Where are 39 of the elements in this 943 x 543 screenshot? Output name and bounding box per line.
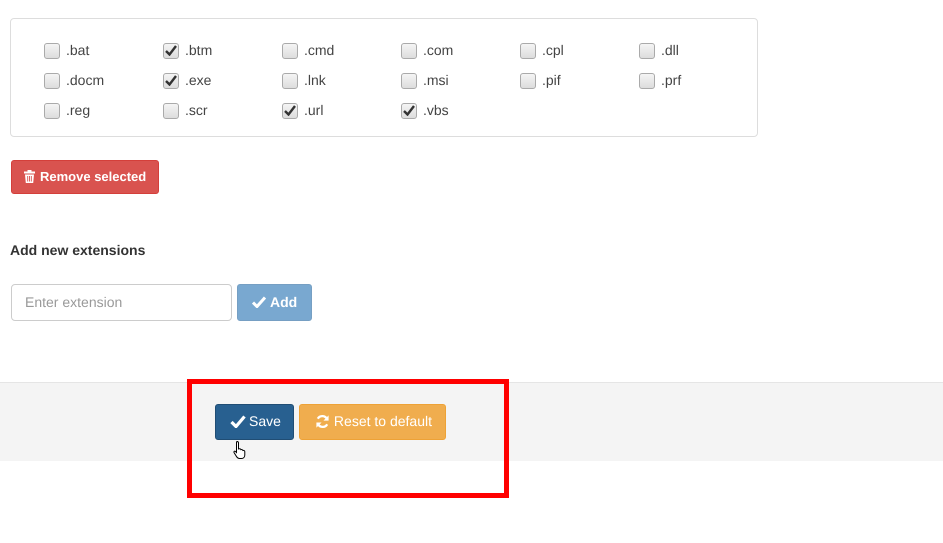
checkbox[interactable] <box>44 102 60 118</box>
extension-label: .reg <box>66 101 90 120</box>
checkbox[interactable] <box>639 42 655 58</box>
section-heading: Add new extensions <box>10 240 146 260</box>
checkbox[interactable] <box>520 72 536 88</box>
remove-selected-button[interactable]: Remove selected <box>11 160 160 194</box>
extension-label: .dll <box>661 41 679 60</box>
checkbox[interactable] <box>282 102 298 118</box>
extension-label: .cpl <box>542 41 564 60</box>
extension-label: .docm <box>66 71 104 90</box>
extension-label: .prf <box>661 71 682 90</box>
extension-label: .bat <box>66 41 90 60</box>
checkbox[interactable] <box>282 72 298 88</box>
extension-label: .scr <box>185 101 208 120</box>
checkbox[interactable] <box>401 42 417 58</box>
save-button[interactable]: Save <box>215 404 294 440</box>
checkbox[interactable] <box>282 42 298 58</box>
checkbox[interactable] <box>44 72 60 88</box>
checkbox[interactable] <box>163 72 179 88</box>
checkbox[interactable] <box>401 102 417 118</box>
checkbox[interactable] <box>401 72 417 88</box>
extension-label: .btm <box>185 41 212 60</box>
trash-icon <box>24 170 35 184</box>
checkbox[interactable] <box>44 42 60 58</box>
checkbox[interactable] <box>520 42 536 58</box>
extension-label: .vbs <box>423 101 449 120</box>
refresh-icon <box>314 414 330 429</box>
extension-label: .lnk <box>304 71 326 90</box>
extension-label: .msi <box>423 71 449 90</box>
extension-label: .exe <box>185 71 212 90</box>
checkbox[interactable] <box>163 102 179 118</box>
checkbox[interactable] <box>163 42 179 58</box>
extension-label: .pif <box>542 71 561 90</box>
extension-label: .cmd <box>304 41 334 60</box>
extension-label: .url <box>304 101 324 120</box>
check-icon <box>252 296 266 308</box>
extension-label: .com <box>423 41 454 60</box>
check-icon <box>230 415 246 428</box>
checkbox[interactable] <box>639 72 655 88</box>
